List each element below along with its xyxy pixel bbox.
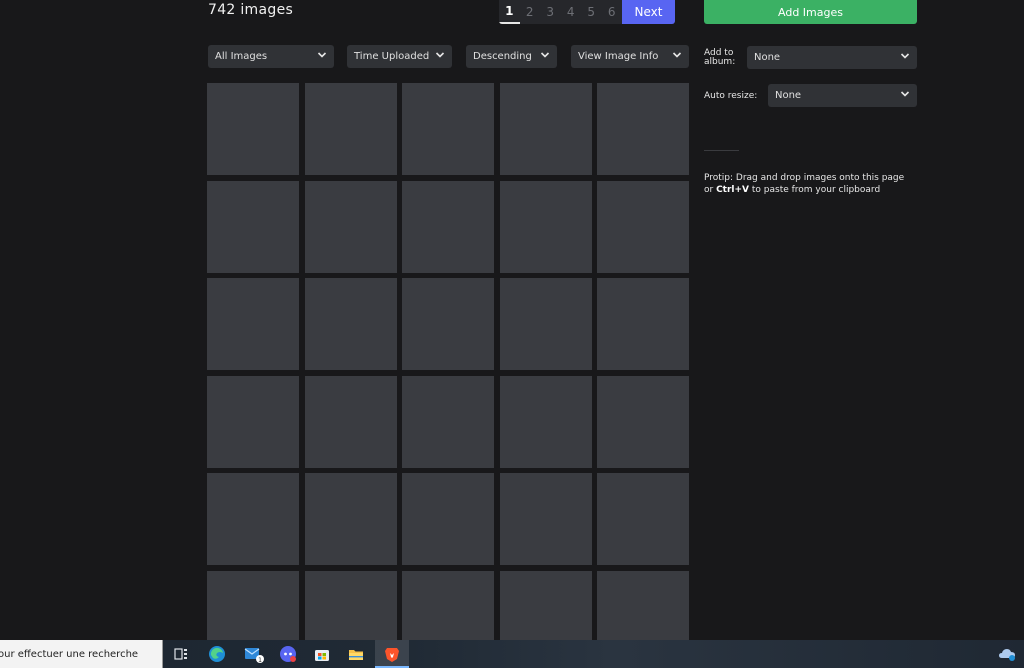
protip-shortcut: Ctrl+V — [716, 185, 750, 195]
page-2-button[interactable]: 2 — [520, 0, 541, 24]
auto-resize-value: None — [775, 90, 802, 101]
taskbar-search-text: our effectuer une recherche — [0, 648, 139, 660]
image-thumbnail[interactable] — [597, 473, 689, 565]
image-grid — [207, 83, 689, 663]
windows-taskbar: our effectuer une recherche 1 — [0, 640, 1024, 668]
chevron-down-icon — [435, 50, 445, 60]
image-thumbnail[interactable] — [402, 473, 494, 565]
image-thumbnail[interactable] — [304, 83, 397, 175]
album-label: Add to album: — [704, 48, 736, 67]
image-thumbnail[interactable] — [402, 180, 494, 273]
image-thumbnail[interactable] — [499, 278, 592, 370]
image-thumbnail[interactable] — [499, 180, 592, 273]
sort-by-value: Time Uploaded — [354, 51, 430, 62]
page-4-button[interactable]: 4 — [561, 0, 582, 24]
next-page-button[interactable]: Next — [622, 0, 675, 24]
edge-icon[interactable] — [206, 643, 228, 665]
image-thumbnail[interactable] — [597, 278, 689, 370]
mail-icon[interactable]: 1 — [243, 643, 265, 665]
image-thumbnail[interactable] — [207, 278, 299, 370]
sort-order-value: Descending — [473, 51, 532, 62]
image-thumbnail[interactable] — [304, 375, 397, 468]
chevron-down-icon — [540, 50, 550, 60]
image-thumbnail[interactable] — [597, 180, 689, 273]
image-thumbnail[interactable] — [207, 83, 299, 175]
image-thumbnail[interactable] — [402, 83, 494, 175]
image-thumbnail[interactable] — [597, 375, 689, 468]
add-images-button[interactable]: Add Images — [704, 0, 917, 24]
taskbar-search-box[interactable]: our effectuer une recherche — [0, 640, 163, 668]
image-type-value: All Images — [215, 51, 268, 62]
image-thumbnail[interactable] — [597, 83, 689, 175]
file-explorer-icon[interactable] — [345, 643, 367, 665]
task-view-icon[interactable] — [170, 643, 192, 665]
auto-resize-select[interactable]: None — [768, 84, 917, 107]
sort-by-select[interactable]: Time Uploaded — [347, 45, 452, 68]
image-thumbnail[interactable] — [499, 473, 592, 565]
image-thumbnail[interactable] — [304, 473, 397, 565]
view-info-value: View Image Info — [578, 51, 659, 62]
discord-icon[interactable] — [277, 643, 299, 665]
page-1-button[interactable]: 1 — [499, 0, 520, 24]
image-thumbnail[interactable] — [304, 180, 397, 273]
chevron-down-icon — [900, 89, 910, 99]
chevron-down-icon — [900, 51, 910, 61]
image-thumbnail[interactable] — [304, 278, 397, 370]
image-thumbnail[interactable] — [499, 83, 592, 175]
image-thumbnail[interactable] — [207, 375, 299, 468]
protip-text: Protip: Drag and drop images onto this p… — [704, 172, 914, 196]
chevron-down-icon — [317, 50, 327, 60]
image-type-select[interactable]: All Images — [208, 45, 334, 68]
sort-order-select[interactable]: Descending — [466, 45, 557, 68]
protip-suffix: to paste from your clipboard — [749, 185, 881, 195]
view-info-select[interactable]: View Image Info — [571, 45, 689, 68]
sidebar-divider — [704, 150, 739, 151]
image-thumbnail[interactable] — [499, 375, 592, 468]
page-6-button[interactable]: 6 — [602, 0, 623, 24]
mail-badge-count: 1 — [258, 657, 262, 664]
auto-resize-label: Auto resize: — [704, 91, 758, 101]
store-icon[interactable] — [311, 643, 333, 665]
image-thumbnail[interactable] — [402, 375, 494, 468]
image-count: 742 images — [208, 2, 294, 18]
pagination: 1 2 3 4 5 6 Next — [499, 0, 675, 24]
album-select[interactable]: None — [747, 46, 917, 69]
page-3-button[interactable]: 3 — [540, 0, 561, 24]
page-5-button[interactable]: 5 — [581, 0, 602, 24]
image-thumbnail[interactable] — [207, 473, 299, 565]
brave-icon[interactable] — [381, 643, 403, 665]
chevron-down-icon — [672, 50, 682, 60]
image-thumbnail[interactable] — [207, 180, 299, 273]
image-thumbnail[interactable] — [402, 278, 494, 370]
onedrive-icon[interactable] — [997, 643, 1019, 665]
album-value: None — [754, 52, 781, 63]
